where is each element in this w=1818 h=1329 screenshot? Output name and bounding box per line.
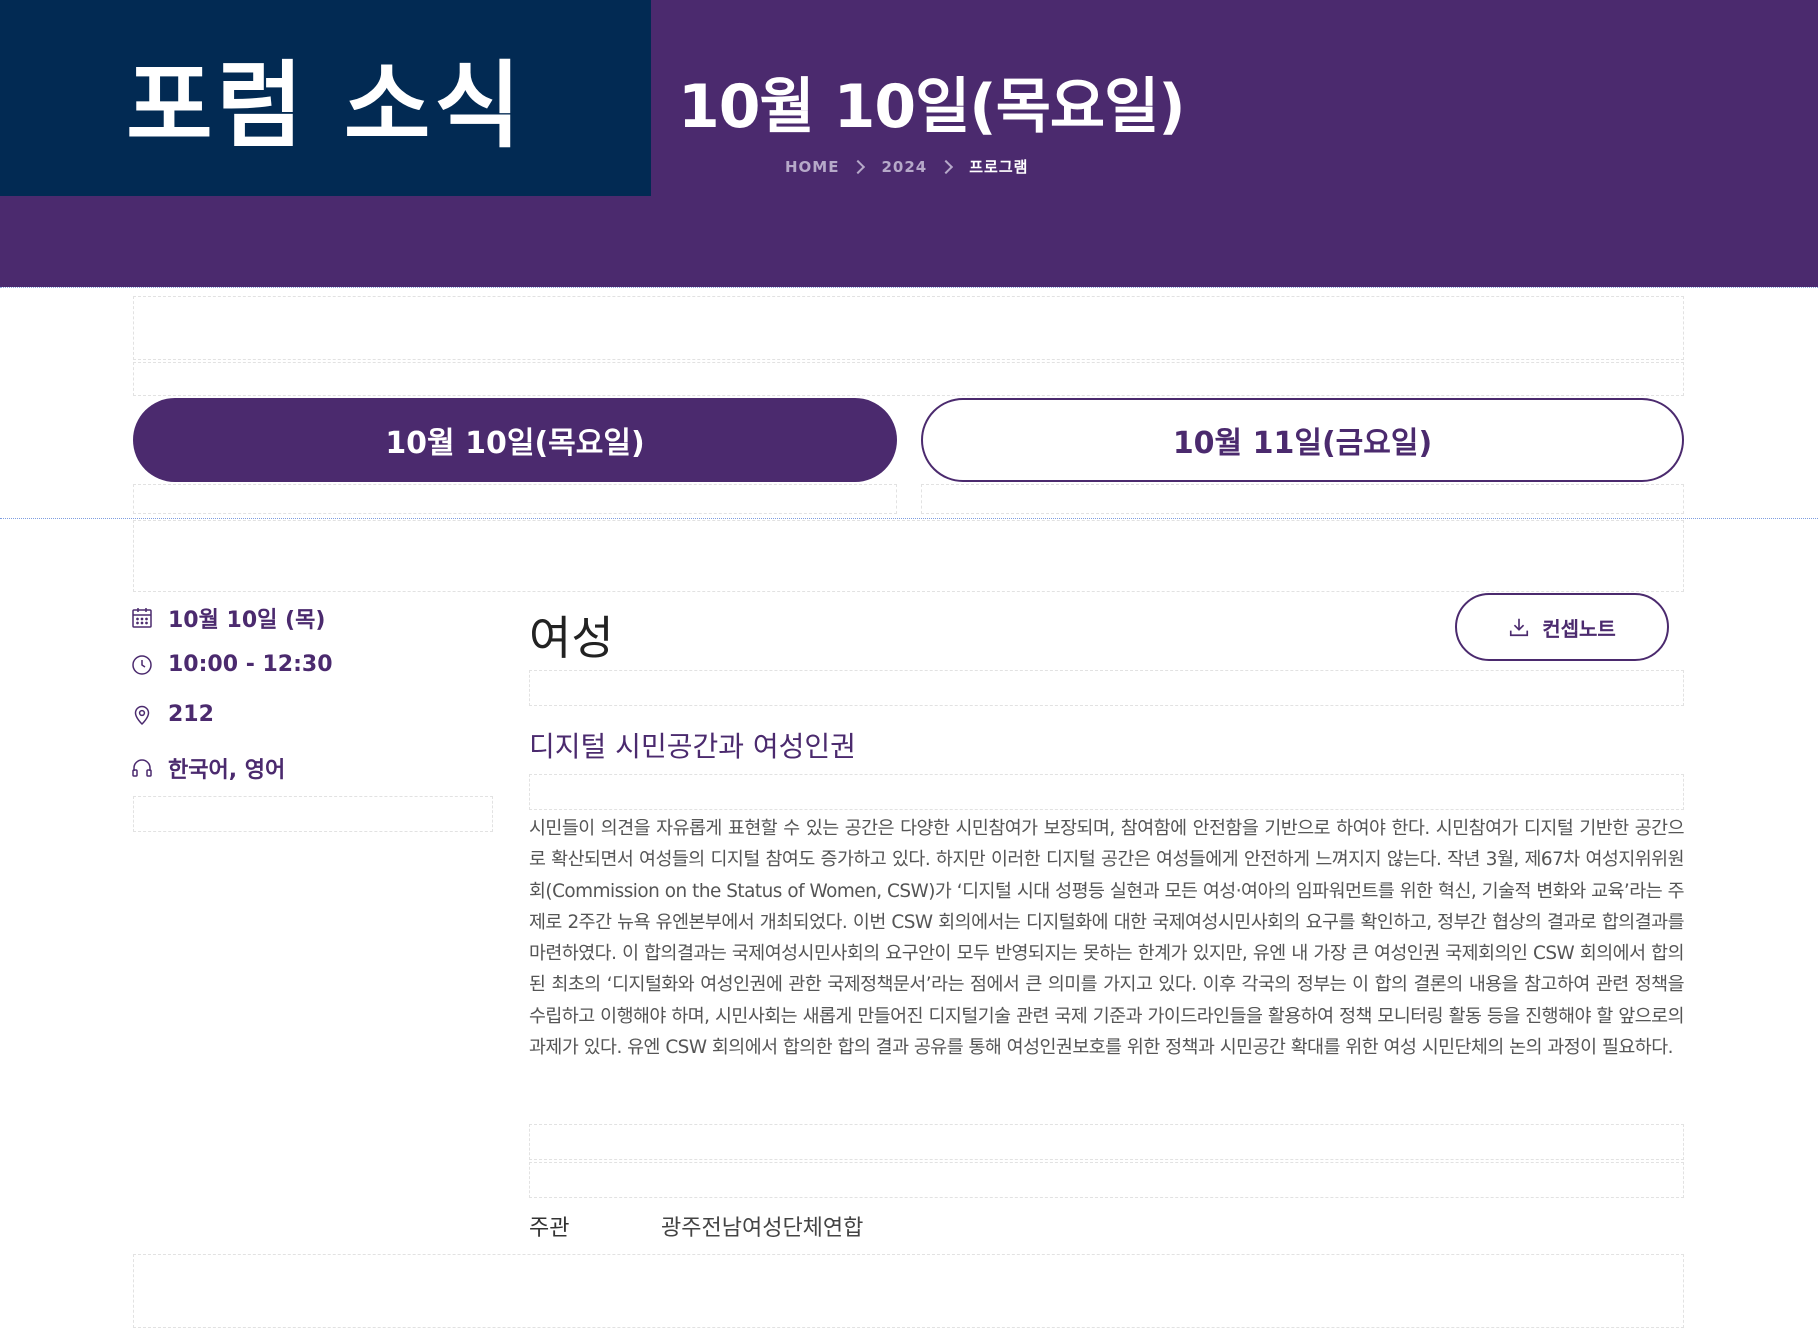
host-label: 주관 bbox=[529, 1216, 570, 1241]
chevron-right-icon bbox=[851, 159, 866, 174]
breadcrumb: HOME 2024 프로그램 bbox=[785, 156, 1028, 177]
session-subtitle: 디지털 시민공간과 여성인권 bbox=[529, 730, 856, 763]
layout-guide bbox=[133, 296, 1684, 360]
layout-guide bbox=[133, 520, 1684, 592]
layout-guide bbox=[133, 1254, 1684, 1328]
session-languages-text: 한국어, 영어 bbox=[168, 758, 286, 783]
concept-note-label: 컨셉노트 bbox=[1542, 616, 1616, 641]
layout-guide bbox=[529, 1162, 1684, 1198]
layout-guide bbox=[529, 670, 1684, 706]
page-title: 10월 10일(목요일) bbox=[678, 72, 1186, 142]
session-title: 여성 bbox=[529, 611, 614, 665]
download-icon bbox=[1510, 618, 1529, 637]
header-divider bbox=[0, 286, 1818, 288]
layout-guide bbox=[529, 774, 1684, 810]
session-date: 10월 10일 (목) bbox=[130, 602, 325, 634]
tab-day-2[interactable]: 10월 11일(금요일) bbox=[921, 398, 1684, 482]
layout-guide bbox=[529, 1124, 1684, 1160]
layout-guide bbox=[133, 362, 1684, 396]
concept-note-button[interactable]: 컨셉노트 bbox=[1455, 593, 1669, 661]
layout-guide bbox=[921, 484, 1684, 514]
section-badge: 포럼 소식 bbox=[0, 0, 651, 196]
session-room-text: 212 bbox=[168, 702, 214, 727]
chevron-right-icon bbox=[939, 159, 954, 174]
session-time: 10:00 - 12:30 bbox=[130, 652, 333, 677]
tab-day-1[interactable]: 10월 10일(목요일) bbox=[133, 398, 897, 482]
section-badge-label: 포럼 소식 bbox=[126, 52, 525, 161]
breadcrumb-home[interactable]: HOME bbox=[785, 158, 839, 176]
breadcrumb-current: 프로그램 bbox=[969, 158, 1029, 176]
location-pin-icon bbox=[134, 705, 150, 725]
layout-guide bbox=[133, 484, 897, 514]
host-value: 광주전남여성단체연합 bbox=[661, 1216, 864, 1241]
session-description: 시민들이 의견을 자유롭게 표현할 수 있는 공간은 다양한 시민참여가 보장되… bbox=[529, 818, 1685, 1059]
page-header: 포럼 소식 10월 10일(목요일) HOME 2024 프로그램 bbox=[0, 0, 1818, 287]
layout-guide-line bbox=[0, 518, 1818, 519]
session-languages: 한국어, 영어 bbox=[130, 752, 285, 784]
calendar-icon bbox=[132, 608, 152, 628]
session-time-text: 10:00 - 12:30 bbox=[168, 652, 333, 677]
breadcrumb-year[interactable]: 2024 bbox=[881, 158, 927, 176]
layout-guide bbox=[133, 796, 493, 832]
headphones-icon bbox=[132, 759, 152, 777]
clock-icon bbox=[132, 654, 152, 675]
session-room: 212 bbox=[130, 702, 214, 727]
session-date-text: 10월 10일 (목) bbox=[168, 608, 326, 633]
